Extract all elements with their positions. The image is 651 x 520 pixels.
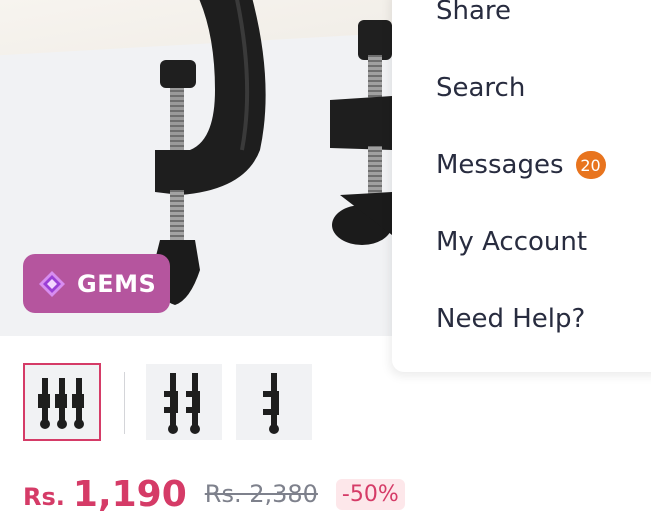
currency-prefix: Rs.	[23, 483, 65, 511]
diamond-gem-icon	[39, 270, 65, 297]
menu-item-label: Share	[436, 0, 512, 26]
original-price: Rs. 2,380	[204, 480, 318, 508]
menu-item-my-account[interactable]: My Account	[436, 227, 587, 257]
price-row: Rs. 1,190 Rs. 2,380 -50%	[23, 470, 405, 518]
messages-count-badge: 20	[575, 151, 606, 179]
menu-item-need-help[interactable]: Need Help?	[436, 304, 585, 334]
thumbnail-2[interactable]	[146, 364, 222, 440]
menu-item-messages[interactable]: Messages 20	[436, 150, 606, 180]
gems-label: GEMS	[77, 269, 157, 298]
menu-item-label: Messages	[436, 150, 564, 180]
thumbnail-divider	[124, 372, 125, 434]
menu-item-label: My Account	[436, 227, 588, 257]
clamp-single-icon	[263, 373, 279, 434]
discount-badge: -50%	[335, 478, 405, 510]
thumbnail-3[interactable]	[236, 364, 312, 440]
selling-price: 1,190	[72, 473, 187, 515]
overflow-menu: Share Search Messages 20 My Account Need…	[392, 0, 651, 372]
clamp-pair-icon	[164, 373, 200, 434]
menu-item-share[interactable]: Share	[436, 0, 511, 26]
thumbnail-1[interactable]	[23, 363, 101, 441]
menu-item-label: Search	[436, 73, 526, 103]
gems-badge[interactable]: GEMS	[23, 254, 170, 313]
clamp-set-icon	[38, 378, 84, 429]
menu-item-label: Need Help?	[436, 304, 586, 334]
menu-item-search[interactable]: Search	[436, 73, 525, 103]
